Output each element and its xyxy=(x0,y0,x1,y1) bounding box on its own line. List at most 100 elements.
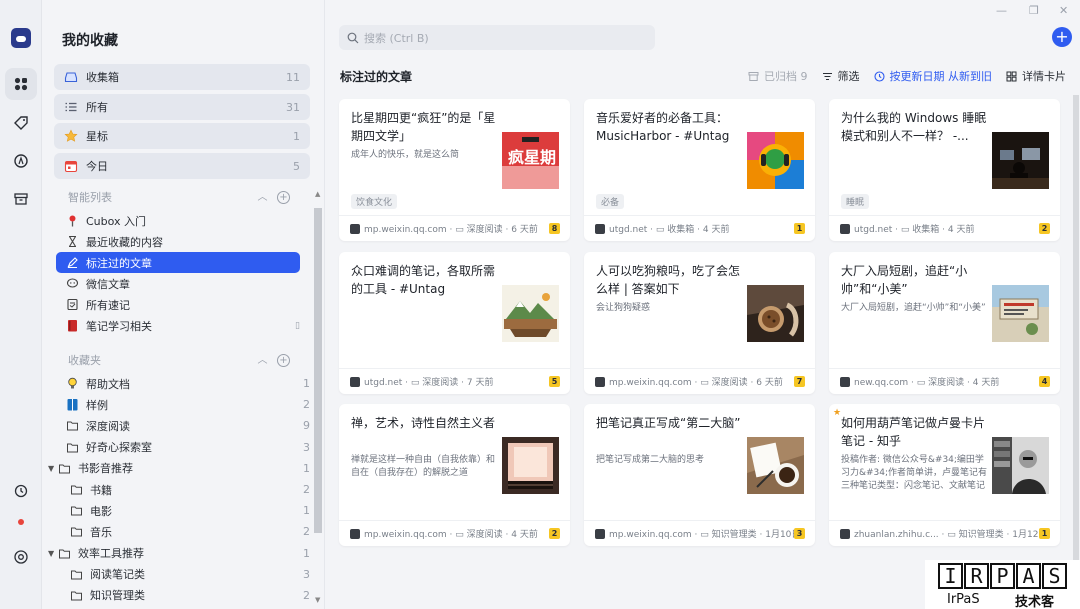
collections-icon[interactable] xyxy=(5,68,37,100)
highlighter-icon xyxy=(66,256,79,269)
lightbulb-icon xyxy=(66,377,79,390)
history-icon[interactable] xyxy=(5,475,37,507)
article-card[interactable]: 比星期四更“疯狂”的是「星期四文学」 成年人的快乐，就是这么简 疯星期 饮食文化… xyxy=(339,99,570,241)
add-smart-list-button[interactable]: + xyxy=(277,190,290,204)
card-meta: zhuanlan.zhihu.c... · ▭ 知识管理类 · 1月12日 xyxy=(854,527,1039,540)
collapse-icon[interactable]: ︿ xyxy=(256,191,269,204)
card-tag[interactable]: 必备 xyxy=(596,194,625,209)
article-card[interactable]: 禅，艺术，诗性自然主义者 禅就是这样一种自由（自我依靠）和自在（自我存在）的解脱… xyxy=(339,404,570,546)
sidebar-item-highlighted[interactable]: 标注过的文章 xyxy=(56,252,300,273)
search-input[interactable]: 搜索 (Ctrl B) xyxy=(339,25,655,50)
sidebar-item-all[interactable]: 所有 31 xyxy=(54,94,310,120)
book-icon xyxy=(66,319,79,332)
watermark-caption: 技术客 xyxy=(1015,595,1055,609)
tag-icon[interactable] xyxy=(5,107,37,139)
add-button[interactable]: + xyxy=(1052,27,1072,47)
watermark-caption: IrPaS xyxy=(947,592,980,607)
folder-icon: ▭ xyxy=(700,378,709,388)
article-card[interactable]: 大厂入局短剧，追赶“小帅”和“小美” 大厂入局短剧，追赶“小帅”和“小美” ne… xyxy=(829,252,1060,394)
sidebar-item-starred[interactable]: 星标 1 xyxy=(54,123,310,149)
archive-icon[interactable] xyxy=(5,183,37,215)
article-card[interactable]: 音乐爱好者的必备工具：MusicHarbor - #Untag 必备 utgd.… xyxy=(584,99,815,241)
folder-icon: ▭ xyxy=(410,378,420,388)
sidebar-item-label: 笔记学习相关 xyxy=(86,319,152,333)
card-time: 4 天前 xyxy=(947,225,975,235)
view-mode-label: 详情卡片 xyxy=(1022,70,1066,83)
folder-item[interactable]: 好奇心探索室 3 xyxy=(56,437,318,458)
card-time: 1月12日 xyxy=(1012,530,1039,540)
smart-list-header: 智能列表 ︿ + xyxy=(68,189,290,205)
svg-text:疯星期: 疯星期 xyxy=(508,148,556,167)
folder-count: 1 xyxy=(303,461,310,475)
article-card[interactable]: 为什么我的 Windows 睡眠模式和别人不一样？ -... 睡眠 utgd.n… xyxy=(829,99,1060,241)
highlight-count-badge: 2 xyxy=(549,528,560,539)
restore-icon[interactable]: ❐ xyxy=(1029,4,1039,17)
article-card[interactable]: 把笔记真正写成“第二大脑” 把笔记写成第二大脑的思考 mp.weixin.qq.… xyxy=(584,404,815,546)
add-folder-button[interactable]: + xyxy=(277,353,290,367)
card-excerpt: 会让狗狗疑惑 xyxy=(596,303,651,313)
folder-count: 3 xyxy=(303,567,310,581)
filter-label: 筛选 xyxy=(837,70,860,83)
view-mode-button[interactable]: 详情卡片 xyxy=(1006,68,1066,84)
list-icon xyxy=(64,100,78,114)
expand-arrow-icon[interactable]: ▼ xyxy=(48,464,58,473)
filter-button[interactable]: 筛选 xyxy=(822,68,860,84)
main-content: 搜索 (Ctrl B) — ❐ ✕ + 标注过的文章 已归档 9 筛选 按更新日… xyxy=(325,0,1080,609)
folder-item[interactable]: 知识管理类 2 xyxy=(56,585,318,606)
scrollbar-thumb[interactable] xyxy=(314,208,322,533)
highlight-count-badge: 4 xyxy=(1039,376,1050,387)
settings-icon[interactable] xyxy=(5,541,37,573)
article-card[interactable]: 人可以吃狗粮吗，吃了会怎么样 | 答案如下 会让狗狗疑惑 mp.weixin.q… xyxy=(584,252,815,394)
card-tag[interactable]: 饮食文化 xyxy=(351,194,398,209)
record-dot-icon[interactable] xyxy=(5,506,37,538)
section-label: 智能列表 xyxy=(68,191,112,204)
folder-item[interactable]: 深度阅读 9 xyxy=(56,415,318,436)
compass-icon[interactable] xyxy=(5,145,37,177)
folder-count: 1 xyxy=(303,504,310,518)
article-card[interactable]: 众口难调的笔记，各取所需的工具 - #Untag utgd.net · ▭ 深度… xyxy=(339,252,570,394)
card-folder: 收集箱 xyxy=(912,225,940,235)
sidebar-item-recent[interactable]: 最近收藏的内容 xyxy=(56,231,300,252)
article-card[interactable]: ★ 如何用葫芦笔记做卢曼卡片笔记 - 知乎 投稿作者: 微信公众号&#34;编田… xyxy=(829,404,1060,546)
folder-item[interactable]: ▼ 书影音推荐 1 xyxy=(48,458,318,479)
expand-arrow-icon[interactable]: ▼ xyxy=(48,549,58,558)
folder-item[interactable]: 电影 1 xyxy=(56,500,318,521)
card-meta: mp.weixin.qq.com · ▭ 知识管理类 · 1月10日 xyxy=(609,527,794,540)
minimize-icon[interactable]: — xyxy=(996,4,1007,17)
folder-item[interactable]: 帮助文档 1 xyxy=(56,373,318,394)
app-logo-icon[interactable] xyxy=(11,28,31,48)
folder-item[interactable]: 书籍 2 xyxy=(56,479,318,500)
sort-button[interactable]: 按更新日期 从新到旧 xyxy=(873,68,992,84)
scroll-down-icon[interactable]: ▼ xyxy=(315,596,320,604)
watermark-logo: I R P A S IrPaS 技术客 xyxy=(925,560,1080,609)
card-tag[interactable]: 睡眠 xyxy=(841,194,870,209)
collapse-icon[interactable]: ︿ xyxy=(256,354,269,367)
sidebar-item-notes-study[interactable]: 笔记学习相关 ▯ xyxy=(56,315,300,336)
card-title: 禅，艺术，诗性自然主义者 xyxy=(351,416,496,430)
folder-item[interactable]: 阅读笔记类 3 xyxy=(56,564,318,585)
sidebar-item-count: 5 xyxy=(293,159,300,173)
thumb-colorful xyxy=(747,132,804,189)
watermark-letter: R xyxy=(964,563,989,589)
folder-item[interactable]: 样例 2 xyxy=(56,394,318,415)
close-icon[interactable]: ✕ xyxy=(1059,4,1068,17)
sidebar-item-cubox-intro[interactable]: Cubox 入门 xyxy=(56,210,300,231)
main-scrollbar[interactable] xyxy=(1073,95,1079,605)
sidebar-item-memos[interactable]: 所有速记 xyxy=(56,294,300,315)
clock-icon xyxy=(873,70,885,82)
highlight-count-badge: 1 xyxy=(794,223,805,234)
sidebar-title: 我的收藏 xyxy=(62,33,118,49)
folder-item[interactable]: ▼ 效率工具推荐 1 xyxy=(48,543,318,564)
sidebar-item-today[interactable]: 今日 5 xyxy=(54,153,310,179)
folder-item[interactable]: 音乐 2 xyxy=(56,521,318,542)
card-source: mp.weixin.qq.com xyxy=(364,225,447,235)
card-source: mp.weixin.qq.com xyxy=(609,530,692,540)
scroll-up-icon[interactable]: ▲ xyxy=(315,190,320,198)
folder-count: 3 xyxy=(303,440,310,454)
sidebar-item-inbox[interactable]: 收集箱 11 xyxy=(54,64,310,90)
sidebar-item-wechat[interactable]: 微信文章 xyxy=(56,273,300,294)
clipboard-icon[interactable]: ▯ xyxy=(286,321,300,331)
sidebar-scrollbar[interactable]: ▲ ▼ xyxy=(314,190,322,606)
sidebar-item-label: Cubox 入门 xyxy=(86,214,147,228)
archived-toggle[interactable]: 已归档 9 xyxy=(748,68,808,84)
